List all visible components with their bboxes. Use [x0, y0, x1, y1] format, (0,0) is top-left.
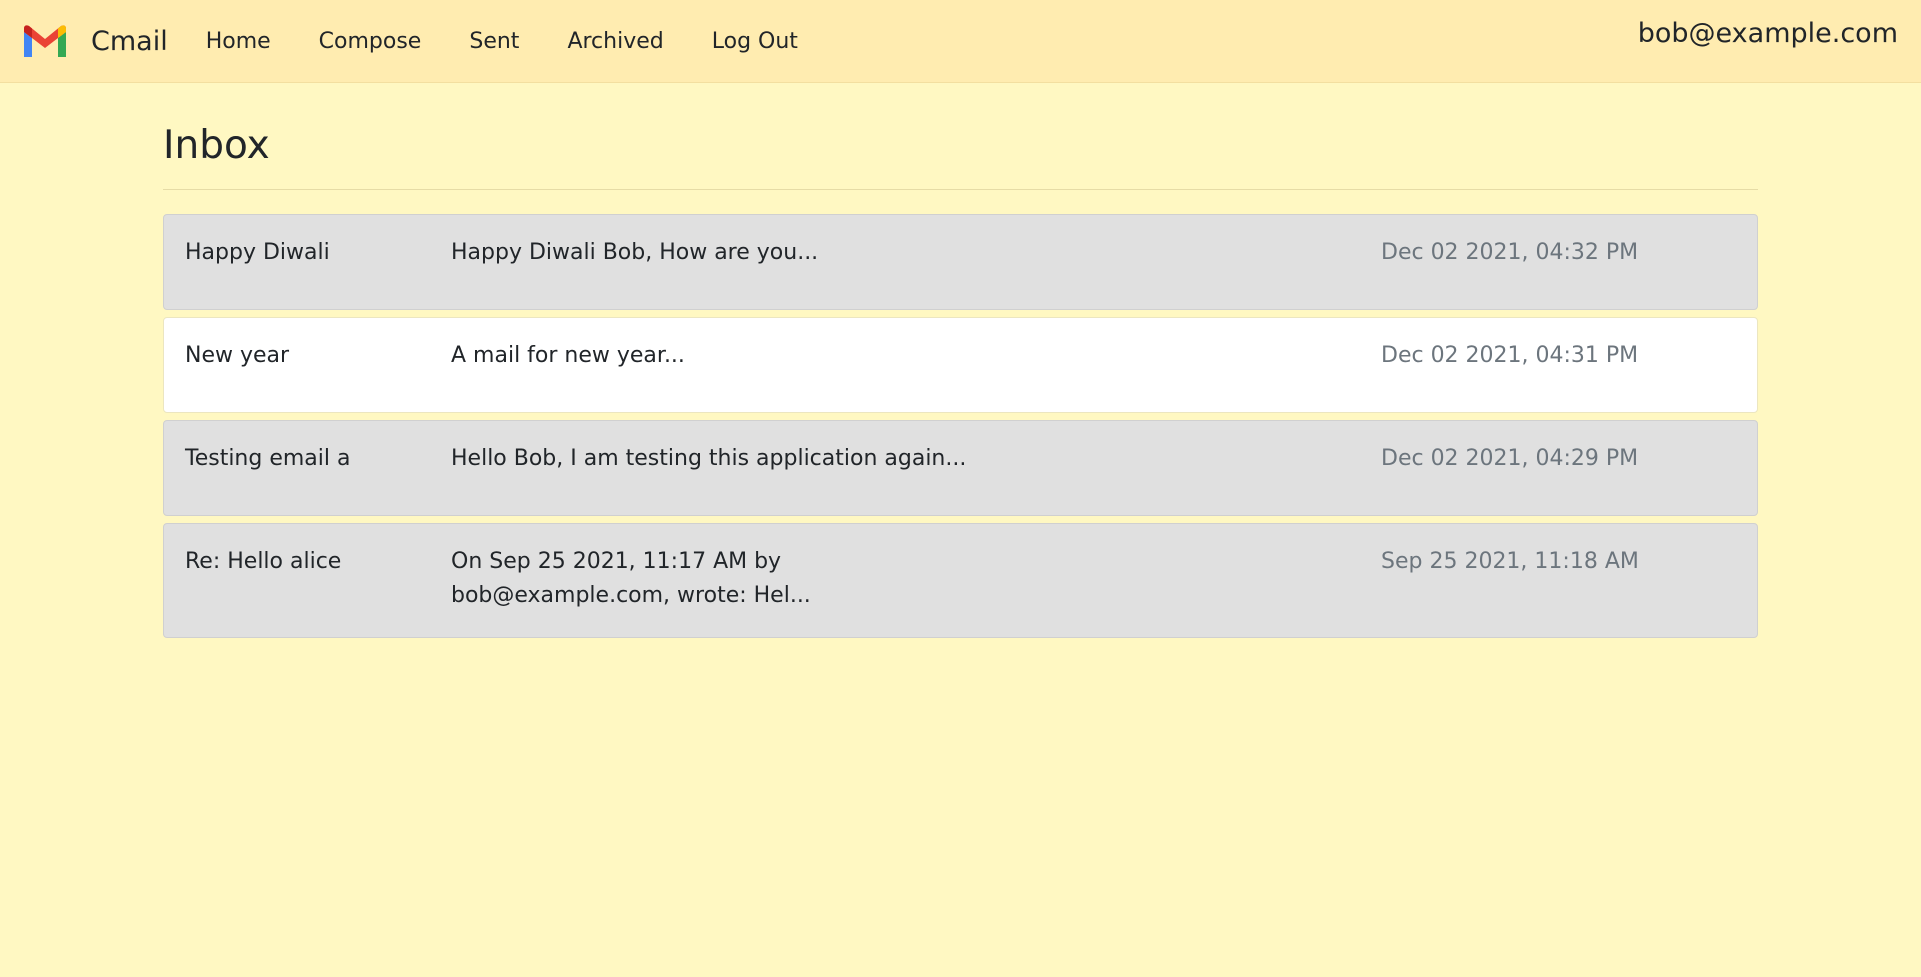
- email-list: Happy Diwali Happy Diwali Bob, How are y…: [163, 214, 1758, 638]
- page-title: Inbox: [163, 123, 270, 168]
- email-subject: Happy Diwali: [185, 240, 330, 265]
- email-timestamp: Sep 25 2021, 11:18 AM: [1381, 549, 1639, 574]
- nav-archived-link[interactable]: Archived: [543, 0, 687, 83]
- brand-name: Cmail: [91, 25, 168, 57]
- title-divider: [163, 189, 1758, 190]
- nav-home-link[interactable]: Home: [182, 0, 295, 83]
- email-subject: New year: [185, 343, 290, 368]
- email-preview: On Sep 25 2021, 11:17 AM by bob@example.…: [451, 549, 811, 608]
- email-timestamp: Dec 02 2021, 04:31 PM: [1381, 343, 1639, 368]
- gmail-logo-icon: [21, 23, 69, 59]
- email-subject: Re: Hello alice: [185, 549, 342, 574]
- main-content: Inbox Happy Diwali Happy Diwali Bob, How…: [163, 83, 1758, 645]
- email-timestamp: Dec 02 2021, 04:32 PM: [1381, 240, 1639, 265]
- email-preview: A mail for new year...: [451, 343, 685, 368]
- email-row[interactable]: Happy Diwali Happy Diwali Bob, How are y…: [163, 214, 1758, 310]
- nav-compose-link[interactable]: Compose: [295, 0, 446, 83]
- email-subject: Testing email a: [185, 446, 351, 471]
- top-navbar: Cmail Home Compose Sent Archived Log Out…: [0, 0, 1921, 83]
- nav-sent-link[interactable]: Sent: [445, 0, 543, 83]
- email-preview: Hello Bob, I am testing this application…: [451, 446, 967, 471]
- brand-link[interactable]: Cmail: [21, 23, 168, 59]
- email-row[interactable]: Testing email a Hello Bob, I am testing …: [163, 420, 1758, 516]
- user-email: bob@example.com: [1637, 18, 1898, 49]
- email-preview: Happy Diwali Bob, How are you...: [451, 240, 819, 265]
- nav-logout-link[interactable]: Log Out: [688, 0, 822, 83]
- email-timestamp: Dec 02 2021, 04:29 PM: [1381, 446, 1639, 471]
- email-row[interactable]: New year A mail for new year... Dec 02 2…: [163, 317, 1758, 413]
- nav-links: Home Compose Sent Archived Log Out: [182, 0, 822, 83]
- email-row[interactable]: Re: Hello alice On Sep 25 2021, 11:17 AM…: [163, 523, 1758, 638]
